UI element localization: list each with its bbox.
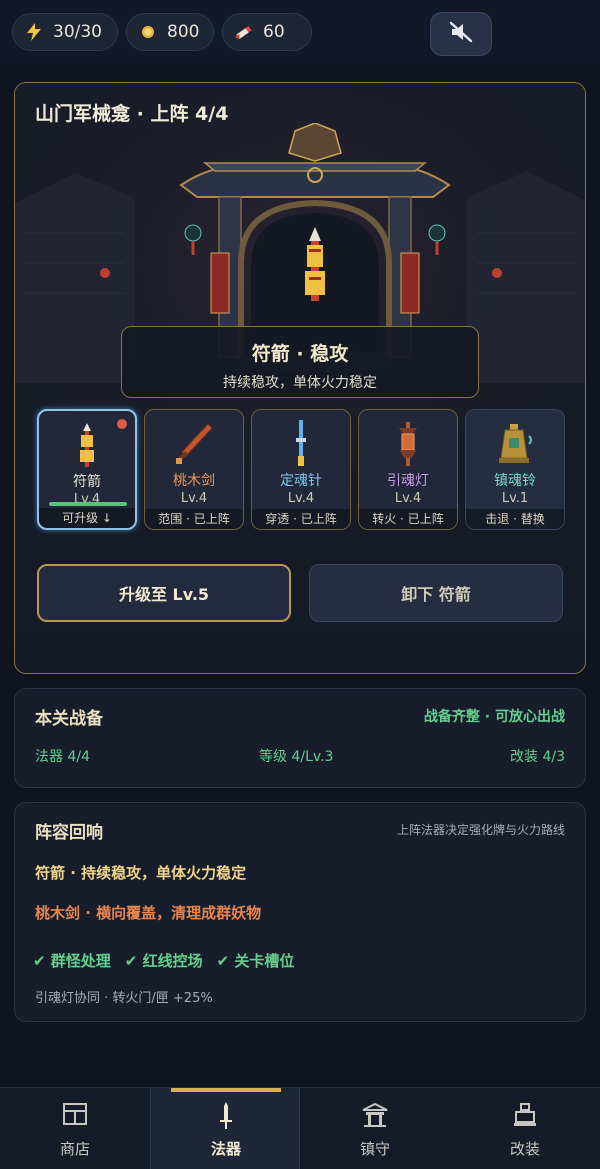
focus-weapon-name: 符箭 · 稳攻 xyxy=(251,343,349,365)
nav-label: 改装 xyxy=(509,1140,540,1158)
slot-level: Lv.4 xyxy=(287,491,315,506)
active-tab-indicator xyxy=(171,1088,281,1092)
slot-status: 范围 · 已上阵 xyxy=(145,509,243,529)
shop-icon xyxy=(0,1102,150,1130)
prep-stat-level: 等级 4/Lv.3 xyxy=(259,749,334,765)
lineup-synergy: 引魂灯协同 · 转火门/匣 +25% xyxy=(35,991,213,1006)
slot-name: 镇魂铃 xyxy=(494,473,536,489)
lineup-title: 阵容回响 xyxy=(35,823,103,843)
prep-title: 本关战备 xyxy=(35,709,103,729)
slot-status: 穿透 · 已上阵 xyxy=(252,509,350,529)
prep-stat-mods: 改装 4/3 xyxy=(510,749,565,765)
upgrade-progress-bar xyxy=(49,502,127,506)
dagger-icon xyxy=(151,1102,301,1130)
nav-shop[interactable]: 商店 xyxy=(0,1088,150,1169)
slot-name: 定魂针 xyxy=(280,473,322,489)
nav-guard[interactable]: 镇守 xyxy=(300,1088,450,1169)
nav-weapons[interactable]: 法器 xyxy=(150,1088,300,1169)
weapon-slot-taomujian[interactable]: 桃木剑 Lv.4 范围 · 已上阵 xyxy=(144,409,244,530)
temple-icon xyxy=(300,1102,450,1130)
workbench-icon xyxy=(450,1102,600,1130)
top-status-bar: 30/30 800 60 xyxy=(0,0,600,64)
nav-label: 法器 xyxy=(210,1140,241,1158)
slot-name: 引魂灯 xyxy=(387,473,429,489)
sound-toggle-button[interactable] xyxy=(430,12,492,56)
stage-prep-panel: 本关战备 战备齐整 · 可放心出战 法器 4/4 等级 4/Lv.3 改装 4/… xyxy=(14,688,586,788)
slot-level: Lv.1 xyxy=(501,491,529,506)
coin-icon xyxy=(139,23,157,41)
prep-stat-weapons: 法器 4/4 xyxy=(35,749,90,765)
energy-counter: 30/30 xyxy=(12,13,118,51)
weapon-slot-yinhundeng[interactable]: 引魂灯 Lv.4 转火 · 已上阵 xyxy=(358,409,458,530)
armory-card: 山门军械龛 · 上阵 4/4 符箭 · 稳攻 持续稳攻，单体火力稳定 符箭 Lv… xyxy=(14,82,586,674)
tag-stage-slot: ✔ 关卡槽位 xyxy=(216,952,295,970)
soul-bell-icon xyxy=(466,410,564,466)
upgrade-button[interactable]: 升级至 Lv.5 xyxy=(37,564,291,622)
coin-value: 800 xyxy=(167,22,200,42)
armory-title: 山门军械龛 · 上阵 4/4 xyxy=(35,103,229,125)
notification-dot xyxy=(117,419,127,429)
weapon-slot-fujian[interactable]: 符箭 Lv.4 可升级 ↓ xyxy=(37,409,137,530)
bottom-nav: 商店 法器 镇守 改装 xyxy=(0,1087,600,1169)
slot-status: 击退 · 替换 xyxy=(466,509,564,529)
slot-name: 符箭 xyxy=(73,474,101,490)
slot-name: 桃木剑 xyxy=(173,473,215,489)
scroll-value: 60 xyxy=(263,22,285,42)
tag-redline-control: ✔ 红线控场 xyxy=(124,952,203,970)
energy-value: 30/30 xyxy=(53,22,102,42)
soul-needle-icon xyxy=(252,410,350,466)
slot-status: 转火 · 已上阵 xyxy=(359,509,457,529)
coin-counter: 800 xyxy=(126,13,214,51)
peachwood-sword-icon xyxy=(145,410,243,466)
scroll-counter: 60 xyxy=(222,13,312,51)
soul-lantern-icon xyxy=(359,410,457,466)
nav-label: 镇守 xyxy=(359,1140,390,1158)
scroll-icon xyxy=(235,23,253,41)
slot-status: 可升级 ↓ xyxy=(39,508,135,528)
focus-weapon-desc: 持续稳攻，单体火力稳定 xyxy=(223,375,377,391)
lineup-line-fujian: 符箭 · 持续稳攻，单体火力稳定 xyxy=(35,864,247,882)
speaker-muted-icon xyxy=(449,21,473,47)
nav-label: 商店 xyxy=(59,1140,90,1158)
unequip-button[interactable]: 卸下 符箭 xyxy=(309,564,563,622)
nav-modify[interactable]: 改装 xyxy=(450,1088,600,1169)
prep-status: 战备齐整 · 可放心出战 xyxy=(423,709,565,725)
slot-level: Lv.4 xyxy=(180,491,208,506)
weapon-focus-panel: 符箭 · 稳攻 持续稳攻，单体火力稳定 xyxy=(121,326,479,398)
tag-crowd-control: ✔ 群怪处理 xyxy=(33,952,111,970)
lineup-echo-panel: 阵容回响 上阵法器决定强化牌与火力路线 符箭 · 持续稳攻，单体火力稳定 桃木剑… xyxy=(14,802,586,1022)
lineup-tags: ✔ 群怪处理 ✔ 红线控场 ✔ 关卡槽位 xyxy=(33,950,294,971)
lightning-icon xyxy=(25,23,43,41)
lineup-hint: 上阵法器决定强化牌与火力路线 xyxy=(396,823,565,837)
weapon-slot-dinghunzhen[interactable]: 定魂针 Lv.4 穿透 · 已上阵 xyxy=(251,409,351,530)
weapon-slot-zhenhunling[interactable]: 镇魂铃 Lv.1 击退 · 替换 xyxy=(465,409,565,530)
lineup-line-taomujian: 桃木剑 · 横向覆盖，清理成群妖物 xyxy=(35,904,262,922)
slot-level: Lv.4 xyxy=(394,491,422,506)
